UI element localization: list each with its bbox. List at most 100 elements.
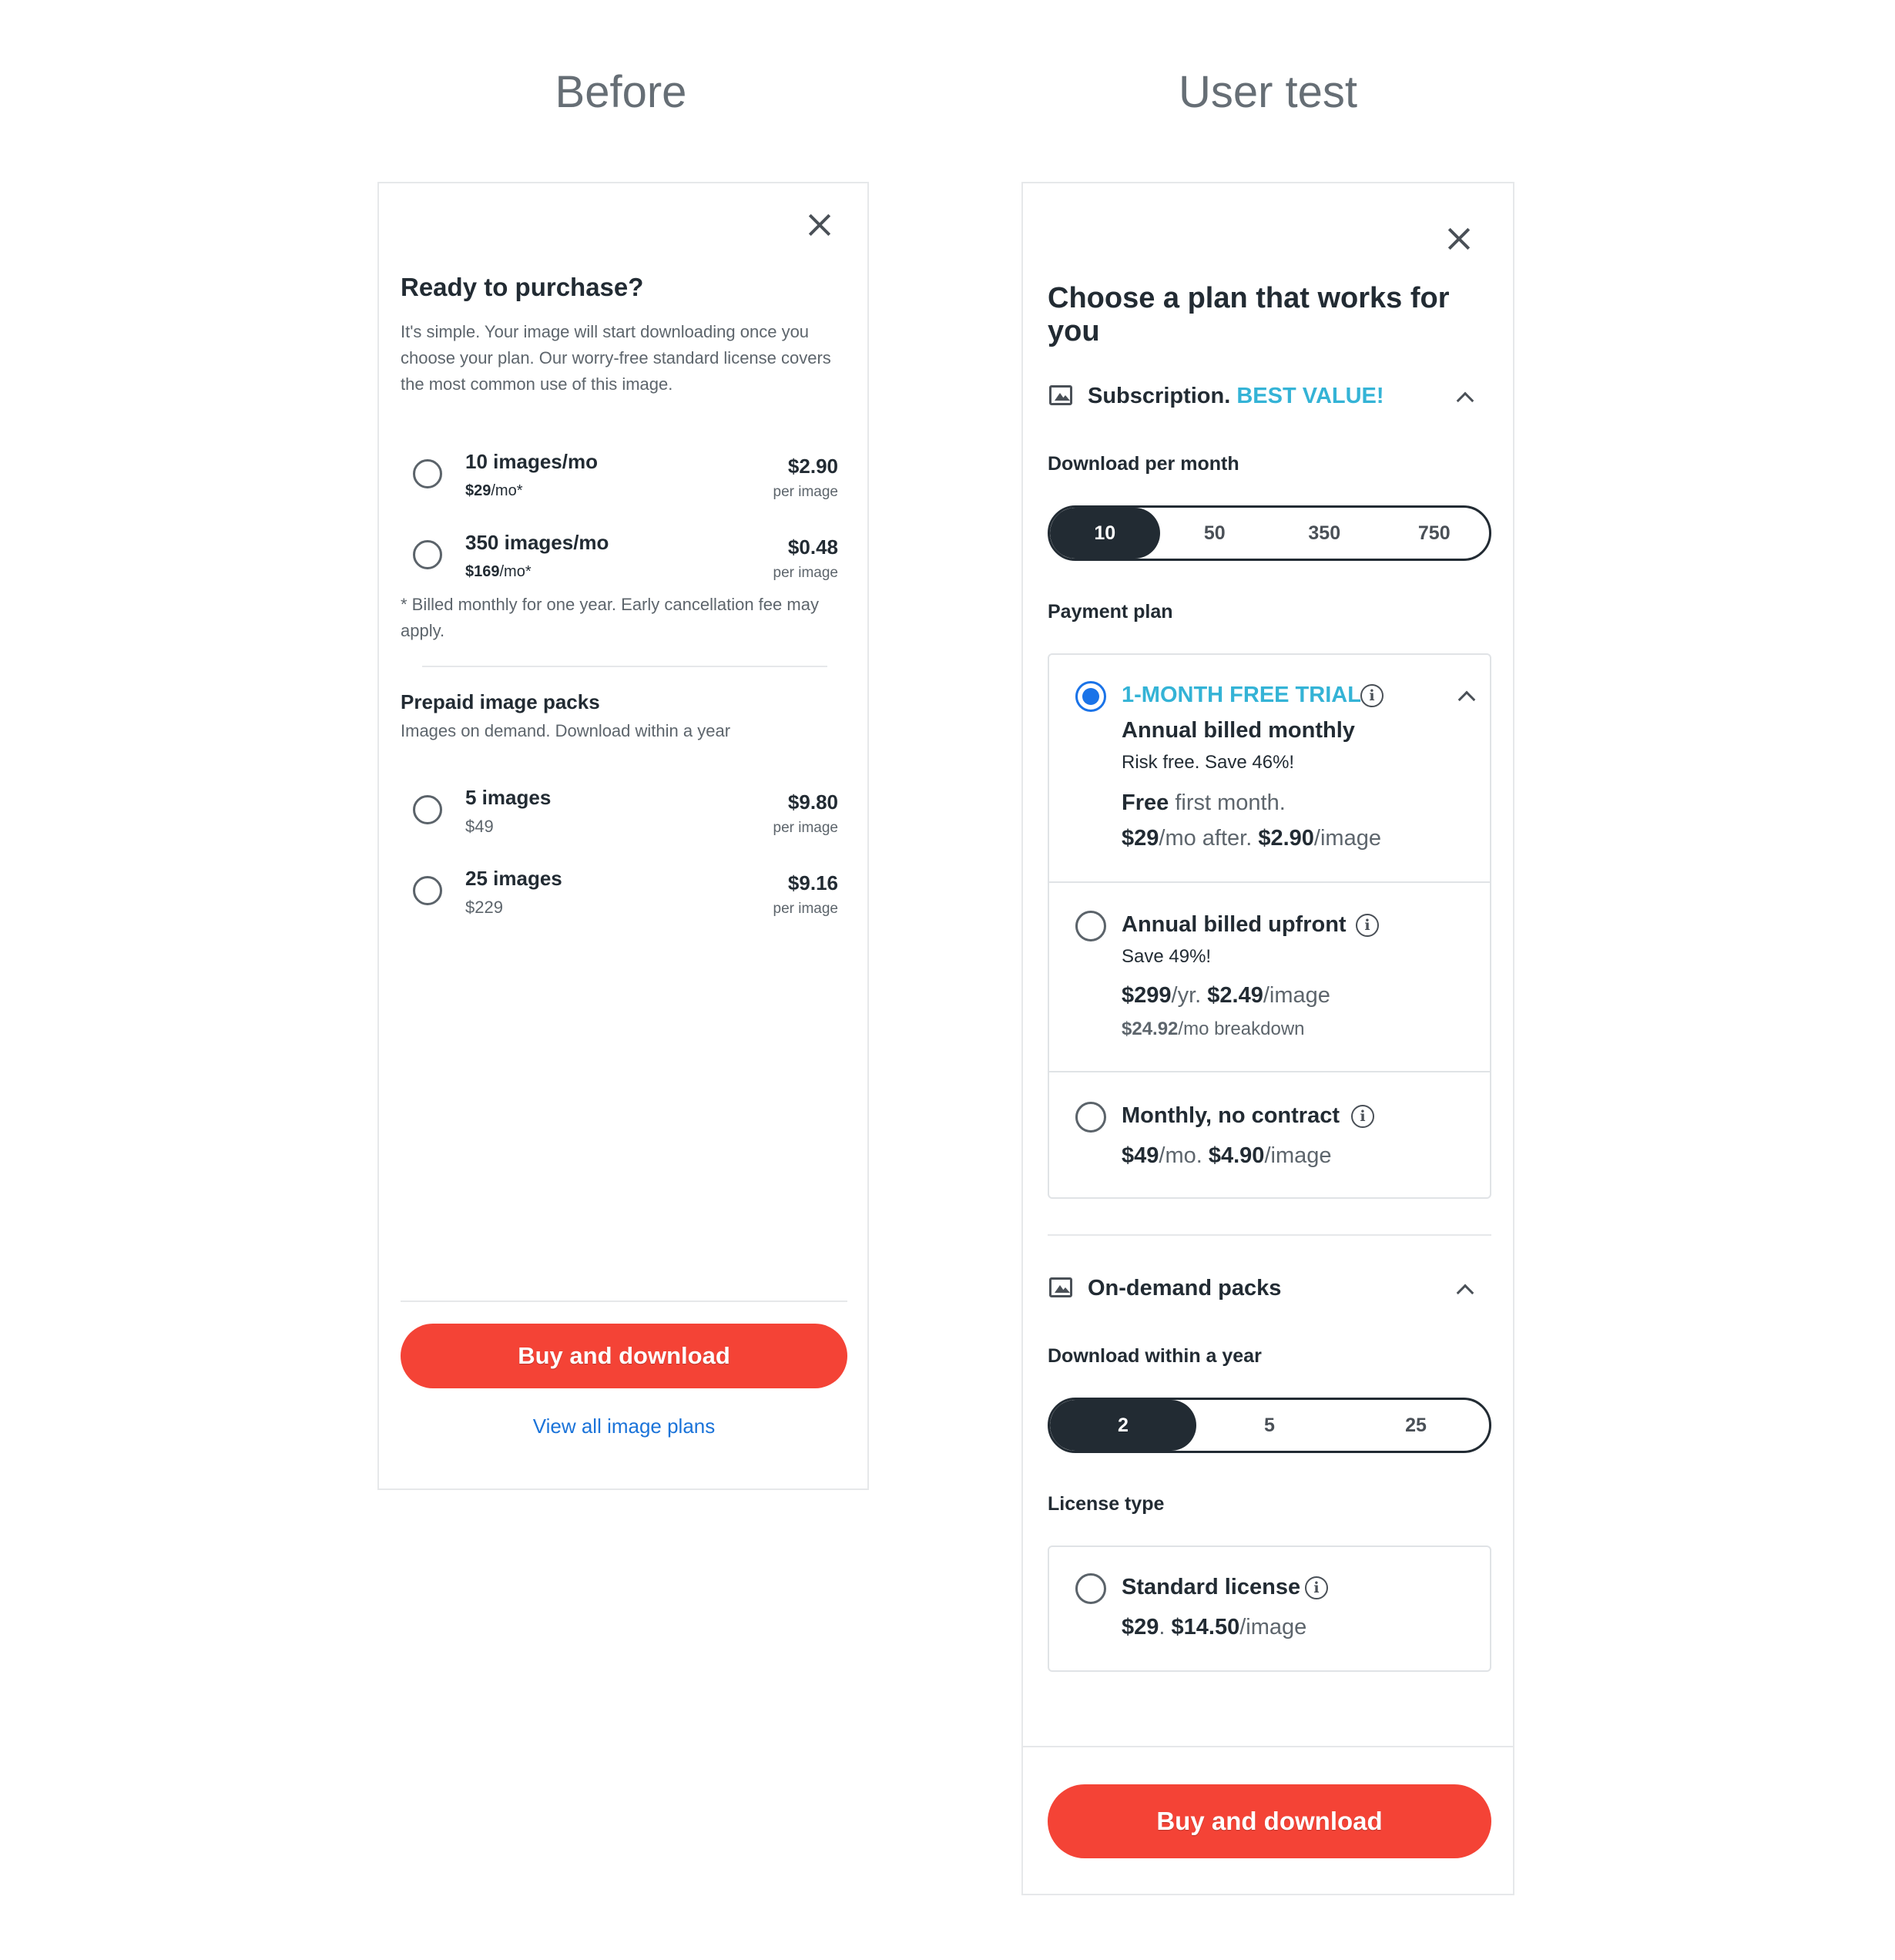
license-price-line: $29. $14.50/image [1122, 1615, 1306, 1640]
user-test-dialog: Choose a plan that works for you Subscri… [1021, 182, 1514, 1895]
pack-option[interactable]: 5 images $49 $9.80 per image [379, 774, 869, 851]
segment-option[interactable]: 5 [1196, 1400, 1343, 1451]
plan-price-bold: Free [1122, 790, 1169, 815]
before-dialog: Ready to purchase? It's simple. Your ima… [377, 182, 869, 1490]
divider [422, 666, 827, 667]
info-icon[interactable]: i [1305, 1576, 1328, 1599]
view-all-plans-link[interactable]: View all image plans [401, 1415, 847, 1438]
license-price-text: /image [1239, 1615, 1307, 1639]
subscription-section-header[interactable]: Subscription. BEST VALUE! [1023, 376, 1516, 422]
plan-option-monthly[interactable]: Monthly, no contract i $49/mo. $4.90/ima… [1049, 1072, 1490, 1197]
segment-option[interactable]: 350 [1269, 508, 1380, 559]
user-test-heading: User test [1178, 67, 1358, 117]
section-divider [1048, 1234, 1491, 1236]
dialog-title: Choose a plan that works for you [1048, 282, 1450, 347]
packs-section-header[interactable]: On-demand packs [1023, 1268, 1516, 1314]
info-icon[interactable]: i [1360, 684, 1384, 707]
plan-price-bold: $4.90 [1208, 1143, 1265, 1168]
option-subprice: $169/mo* [465, 563, 532, 581]
plan-option-annual-upfront[interactable]: Annual billed upfront i Save 49%! $299/y… [1049, 883, 1490, 1072]
radio-icon[interactable] [1075, 911, 1106, 941]
option-subprice: $29/mo* [465, 482, 523, 500]
buy-and-download-button[interactable]: Buy and download [401, 1324, 847, 1388]
footer-divider [1023, 1746, 1513, 1747]
option-subprice-unit: /mo* [491, 482, 523, 499]
pack-option[interactable]: 25 images $229 $9.16 per image [379, 854, 869, 931]
option-name: 5 images [465, 786, 552, 809]
pack-quantity-selector[interactable]: 2 5 25 [1048, 1398, 1491, 1453]
license-price-text: . [1159, 1615, 1172, 1639]
license-card[interactable]: Standard license i $29. $14.50/image [1048, 1546, 1491, 1672]
payment-plan-card: 1-MONTH FREE TRIAL i Annual billed month… [1048, 653, 1491, 1199]
plan-price-bold: $2.49 [1207, 983, 1263, 1008]
plan-price-line: $49/mo. $4.90/image [1122, 1143, 1331, 1169]
license-title: Standard license [1122, 1575, 1301, 1599]
close-icon[interactable] [1444, 223, 1474, 254]
plan-price-line: $29/mo after. $2.90/image [1122, 826, 1381, 851]
plan-price-line: Free first month. [1122, 790, 1286, 816]
radio-icon[interactable] [413, 540, 442, 569]
segment-option[interactable]: 2 [1050, 1400, 1196, 1451]
plan-subtitle: Risk free. Save 46%! [1122, 752, 1295, 773]
plan-price-bold: $29 [1122, 826, 1159, 851]
plan-title: Annual billed monthly [1122, 718, 1355, 743]
license-price-bold: $14.50 [1171, 1615, 1240, 1639]
option-per: per image [773, 484, 839, 500]
download-within-year-label: Download within a year [1048, 1345, 1262, 1367]
option-subprice: $49 [465, 817, 494, 836]
best-value-badge: BEST VALUE! [1236, 384, 1384, 408]
subscription-option[interactable]: 350 images/mo $169/mo* $0.48 per image [379, 519, 869, 596]
chevron-up-icon[interactable] [1456, 391, 1474, 410]
plan-price-text: /yr. [1171, 983, 1208, 1008]
option-subprice: $229 [465, 898, 503, 917]
subscription-label: Subscription. [1088, 384, 1231, 408]
option-subprice-value: $169 [465, 563, 500, 580]
plan-price-bold: $2.90 [1258, 826, 1314, 851]
info-icon[interactable]: i [1351, 1105, 1374, 1128]
billing-footnote: * Billed monthly for one year. Early can… [401, 595, 819, 640]
packs-title: Prepaid image packs [401, 690, 600, 713]
option-per: per image [773, 901, 839, 917]
plan-title: Annual billed upfront [1122, 912, 1347, 937]
radio-icon[interactable] [1075, 681, 1106, 712]
radio-icon[interactable] [413, 459, 442, 488]
option-price: $9.80 [787, 790, 838, 814]
radio-icon[interactable] [1075, 1102, 1106, 1133]
plan-breakdown-text: /mo breakdown [1178, 1019, 1305, 1039]
image-icon [1049, 1277, 1072, 1297]
close-icon[interactable] [804, 210, 835, 240]
option-price: $2.90 [787, 455, 838, 478]
plan-price-text: /image [1313, 826, 1381, 851]
image-icon [1049, 385, 1072, 405]
option-per: per image [773, 820, 839, 836]
segment-option[interactable]: 25 [1343, 1400, 1489, 1451]
payment-plan-label: Payment plan [1048, 601, 1173, 623]
option-price: $9.16 [787, 871, 838, 894]
subscription-option[interactable]: 10 images/mo $29/mo* $2.90 per image [379, 438, 869, 515]
license-type-label: License type [1048, 1493, 1165, 1515]
plan-price-text: /mo after. [1159, 826, 1259, 851]
radio-icon[interactable] [413, 795, 442, 824]
radio-icon[interactable] [413, 876, 442, 905]
option-subprice-unit: /mo* [499, 563, 532, 580]
segment-option[interactable]: 750 [1380, 508, 1490, 559]
chevron-up-icon[interactable] [1456, 1284, 1474, 1302]
option-name: 10 images/mo [465, 450, 598, 473]
dialog-title: Ready to purchase? [401, 273, 644, 301]
radio-icon[interactable] [1075, 1573, 1106, 1604]
segment-option[interactable]: 50 [1160, 508, 1270, 559]
download-per-month-label: Download per month [1048, 453, 1239, 475]
info-icon[interactable]: i [1356, 914, 1379, 937]
option-name: 350 images/mo [465, 531, 609, 554]
chevron-up-icon[interactable] [1457, 690, 1476, 709]
option-price: $0.48 [787, 535, 838, 559]
buy-and-download-button[interactable]: Buy and download [1048, 1784, 1491, 1858]
plan-breakdown-bold: $24.92 [1122, 1019, 1179, 1039]
option-per: per image [773, 565, 839, 581]
option-subprice-value: $29 [465, 482, 491, 499]
segment-option[interactable]: 10 [1050, 508, 1160, 559]
plan-option-annual-monthly[interactable]: 1-MONTH FREE TRIAL i Annual billed month… [1049, 655, 1490, 883]
plan-price-bold: $299 [1122, 983, 1172, 1008]
download-quantity-selector[interactable]: 10 50 350 750 [1048, 505, 1491, 561]
section-title: On-demand packs [1088, 1276, 1282, 1301]
